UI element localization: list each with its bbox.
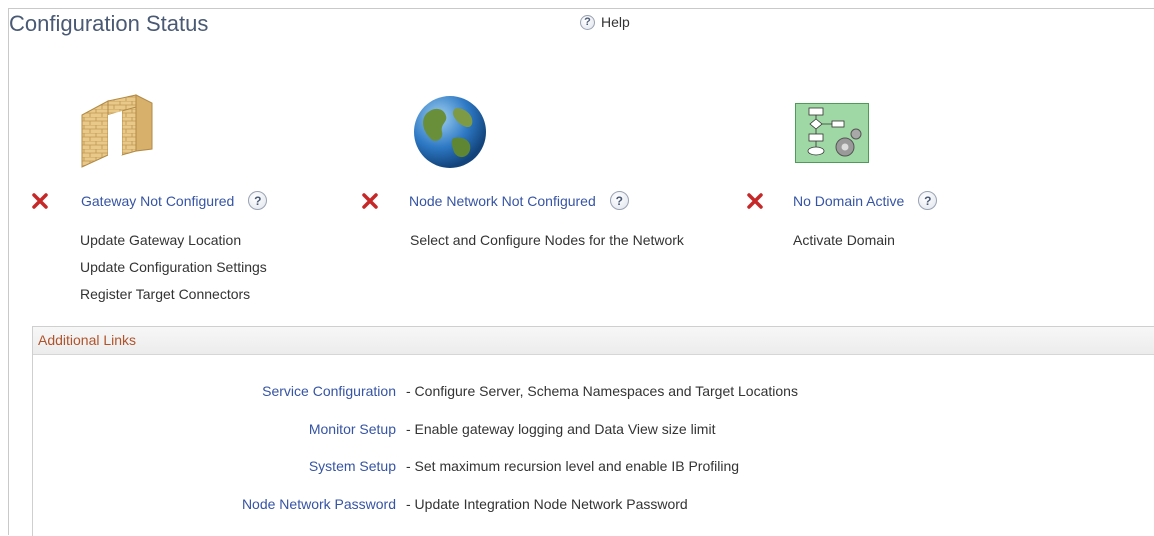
- question-circle-icon[interactable]: ?: [248, 191, 268, 210]
- help-link[interactable]: ? Help: [580, 14, 630, 30]
- help-label: Help: [601, 14, 630, 30]
- activate-domain-link[interactable]: Activate Domain: [793, 232, 895, 248]
- gateway-status-link[interactable]: Gateway Not Configured: [81, 193, 234, 209]
- red-x-icon: [32, 192, 48, 209]
- question-circle-icon[interactable]: ?: [918, 191, 938, 210]
- service-configuration-link[interactable]: Service Configuration: [35, 383, 396, 399]
- node-network-status-link[interactable]: Node Network Not Configured: [409, 193, 596, 209]
- link-row: System Setup - Set maximum recursion lev…: [35, 458, 739, 474]
- page-title: Configuration Status: [9, 11, 209, 36]
- red-x-icon: [747, 192, 763, 209]
- system-setup-link[interactable]: System Setup: [35, 458, 396, 474]
- question-circle-icon[interactable]: ?: [609, 191, 629, 210]
- select-configure-nodes-link[interactable]: Select and Configure Nodes for the Netwo…: [410, 232, 684, 248]
- page-frame-left-border: [8, 8, 9, 535]
- node-network-password-link[interactable]: Node Network Password: [35, 496, 396, 512]
- link-row: Service Configuration - Configure Server…: [35, 383, 798, 399]
- register-target-connectors-link[interactable]: Register Target Connectors: [80, 286, 250, 302]
- page-frame-top-border: [8, 8, 1154, 9]
- link-description: - Update Integration Node Network Passwo…: [406, 496, 688, 512]
- link-row: Monitor Setup - Enable gateway logging a…: [35, 421, 716, 437]
- link-row: Node Network Password - Update Integrati…: [35, 496, 688, 512]
- update-gateway-location-link[interactable]: Update Gateway Location: [80, 232, 241, 248]
- monitor-setup-link[interactable]: Monitor Setup: [35, 421, 396, 437]
- flowchart-gear-icon: [795, 103, 869, 163]
- link-description: - Enable gateway logging and Data View s…: [406, 421, 716, 437]
- status-gateway: Gateway Not Configured ?: [31, 191, 268, 210]
- link-description: - Configure Server, Schema Namespaces an…: [406, 383, 798, 399]
- domain-status-link[interactable]: No Domain Active: [793, 193, 904, 209]
- additional-links-header: Additional Links: [33, 327, 1154, 355]
- question-circle-icon: ?: [580, 14, 595, 30]
- status-domain: No Domain Active ?: [746, 191, 938, 210]
- link-description: - Set maximum recursion level and enable…: [406, 458, 740, 474]
- brick-wall-icon: [81, 94, 153, 168]
- update-configuration-settings-link[interactable]: Update Configuration Settings: [80, 259, 267, 275]
- red-x-icon: [362, 192, 378, 209]
- status-node-network: Node Network Not Configured ?: [361, 191, 629, 210]
- globe-icon: [414, 96, 486, 168]
